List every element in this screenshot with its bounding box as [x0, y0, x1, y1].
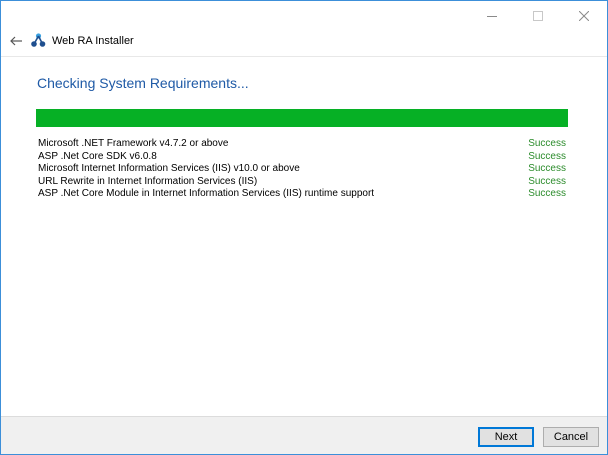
requirement-row: Microsoft .NET Framework v4.7.2 or above… — [38, 138, 566, 151]
requirement-status: Success — [528, 138, 566, 149]
requirement-status: Success — [528, 150, 566, 162]
window-controls — [469, 1, 607, 31]
requirement-row: ASP .Net Core SDK v6.0.8 Success — [38, 151, 566, 164]
maximize-icon — [533, 11, 543, 21]
requirement-status: Success — [528, 163, 566, 175]
requirement-row: ASP .Net Core Module in Internet Informa… — [38, 188, 566, 201]
progress-bar — [36, 109, 568, 127]
app-logo-icon — [31, 33, 46, 47]
cancel-button[interactable]: Cancel — [543, 427, 599, 447]
requirement-row: Microsoft Internet Information Services … — [38, 163, 566, 176]
window-title: Web RA Installer — [52, 35, 134, 47]
minimize-icon — [487, 16, 497, 17]
requirement-name: Microsoft Internet Information Services … — [38, 163, 300, 175]
title-bar: Web RA Installer — [1, 1, 607, 55]
installer-window: Web RA Installer Checking System Require… — [0, 0, 608, 455]
requirement-row: URL Rewrite in Internet Information Serv… — [38, 176, 566, 189]
main-content: Checking System Requirements... Microsof… — [1, 56, 607, 418]
close-icon — [579, 11, 589, 21]
minimize-button[interactable] — [469, 1, 515, 31]
requirement-name: ASP .Net Core SDK v6.0.8 — [38, 150, 157, 162]
page-heading: Checking System Requirements... — [37, 75, 249, 91]
progress-bar-fill — [36, 109, 568, 127]
back-button[interactable] — [7, 32, 25, 50]
requirement-name: URL Rewrite in Internet Information Serv… — [38, 175, 258, 187]
requirement-name: ASP .Net Core Module in Internet Informa… — [38, 188, 375, 200]
next-button[interactable]: Next — [478, 427, 534, 447]
requirement-status: Success — [528, 188, 566, 200]
requirements-list: Microsoft .NET Framework v4.7.2 or above… — [38, 138, 566, 201]
back-arrow-icon — [10, 36, 22, 46]
footer-bar: Next Cancel — [1, 416, 607, 454]
requirement-status: Success — [528, 175, 566, 187]
maximize-button[interactable] — [515, 1, 561, 31]
close-button[interactable] — [561, 1, 607, 31]
requirement-name: Microsoft .NET Framework v4.7.2 or above — [38, 138, 229, 149]
